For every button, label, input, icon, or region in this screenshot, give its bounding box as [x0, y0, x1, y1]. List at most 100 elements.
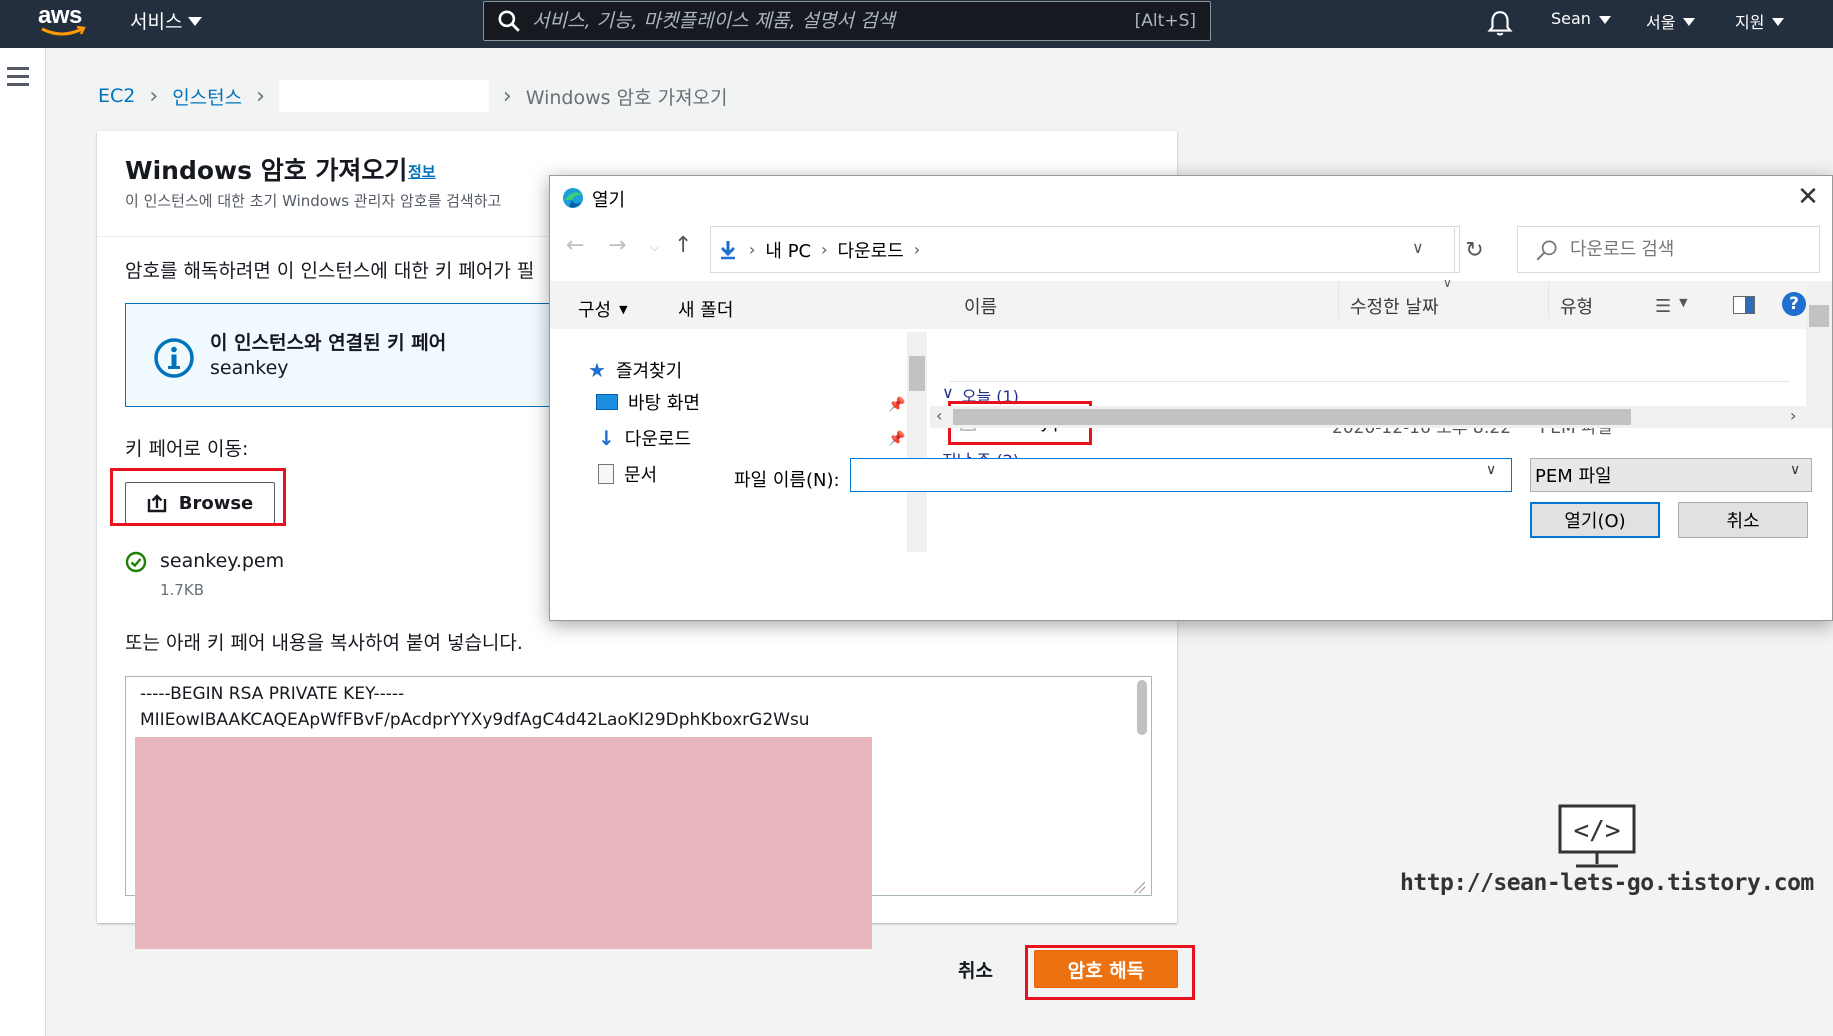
caret-down-icon: ▼ [1679, 296, 1688, 309]
nav-item-desktop[interactable]: 바탕 화면 [596, 389, 700, 415]
breadcrumb-ec2[interactable]: EC2 [98, 85, 135, 107]
breadcrumb-instances[interactable]: 인스턴스 [172, 83, 242, 110]
breadcrumb-instance-redacted[interactable] [278, 80, 489, 112]
address-segment-downloads[interactable]: 다운로드 [838, 237, 904, 263]
private-key-line: -----BEGIN RSA PRIVATE KEY----- [140, 684, 405, 704]
dialog-search-input[interactable] [1560, 239, 1819, 260]
file-name-input[interactable] [850, 458, 1512, 492]
address-bar[interactable]: › 내 PC › 다운로드 › [710, 226, 1460, 273]
file-list: ∨ 오늘 (1) seankey.pem 2020-12-16 오후 8:22 … [930, 329, 1806, 552]
desktop-icon [596, 394, 618, 410]
address-segment-pc[interactable]: 내 PC [765, 237, 811, 263]
dialog-cancel-button[interactable]: 취소 [1678, 502, 1808, 538]
paste-key-label: 또는 아래 키 페어 내용을 복사하여 붙여 넣습니다. [125, 632, 523, 654]
pin-icon: 📌 [888, 397, 906, 413]
code-monitor-icon: </> [1558, 804, 1636, 868]
nav-item-label: 다운로드 [624, 429, 692, 450]
annotation-highlight-browse [110, 468, 286, 526]
chevron-right-icon: › [502, 83, 512, 109]
file-open-dialog: 열기 ✕ ← → ⌵ ↑ › 내 PC › 다운로드 › ∨ ↻ 구성 ▼ 새 … [549, 175, 1833, 621]
breadcrumb-current: Windows 암호 가져오기 [525, 86, 728, 109]
view-options-menu[interactable]: ☰ ▼ [1655, 296, 1688, 317]
region-menu[interactable]: 서울 [1646, 9, 1696, 33]
global-search-box[interactable]: [Alt+S] [483, 1, 1211, 41]
global-search-input[interactable] [522, 2, 1135, 40]
search-icon [498, 10, 520, 32]
organize-label: 구성 [578, 300, 612, 321]
nav-item-label: 즐겨찾기 [615, 361, 683, 382]
forward-arrow-icon[interactable]: → [608, 233, 626, 258]
vertical-scrollbar-thumb[interactable] [1809, 305, 1829, 327]
organize-menu[interactable]: 구성 ▼ [578, 296, 628, 322]
hamburger-menu-icon[interactable] [7, 67, 29, 87]
info-circle-icon [154, 338, 194, 378]
column-header-modified[interactable]: 수정한 날짜 [1350, 293, 1439, 319]
chevron-down-icon[interactable]: ∨ [1486, 462, 1496, 478]
download-arrow-icon: ↓ [598, 426, 615, 450]
back-arrow-icon[interactable]: ← [566, 233, 584, 258]
scroll-right-icon[interactable]: › [1790, 406, 1796, 425]
selected-file-name: seankey.pem [160, 550, 285, 572]
search-shortcut-hint: [Alt+S] [1134, 11, 1196, 31]
panel-description: 이 인스턴스에 대한 초기 Windows 관리자 암호를 검색하고 [125, 192, 502, 210]
page-title: Windows 암호 가져오기 [125, 156, 408, 185]
aws-smile-icon [41, 26, 86, 36]
preview-pane-icon[interactable] [1733, 296, 1755, 314]
file-type-value: PEM 파일 [1535, 466, 1612, 487]
chevron-right-icon: › [749, 240, 756, 259]
chevron-down-icon[interactable]: ∨ [1412, 238, 1424, 257]
dialog-toolbar [550, 281, 1832, 329]
annotation-highlight-decrypt [1025, 945, 1195, 1000]
column-header-type[interactable]: 유형 [1560, 293, 1593, 319]
star-icon: ★ [588, 358, 606, 382]
recent-locations-chevron-icon[interactable]: ⌵ [650, 240, 659, 255]
info-link[interactable]: 정보 [408, 161, 436, 182]
help-button[interactable]: ? [1782, 292, 1806, 316]
file-type-select[interactable]: PEM 파일 [1530, 458, 1812, 492]
dialog-title: 열기 [592, 190, 626, 211]
chevron-right-icon: › [913, 240, 921, 259]
user-menu[interactable]: Sean [1551, 9, 1611, 28]
nav-item-documents[interactable]: 문서 [598, 461, 657, 487]
document-icon [598, 464, 614, 484]
user-label: Sean [1551, 9, 1591, 28]
up-arrow-icon[interactable]: ↑ [674, 233, 692, 258]
cancel-button[interactable]: 취소 [958, 956, 993, 983]
services-label: 서비스 [130, 11, 183, 33]
decrypt-instruction: 암호를 해독하려면 이 인스턴스에 대한 키 페어가 필 [125, 260, 535, 282]
divider [950, 381, 1790, 382]
support-label: 지원 [1735, 13, 1765, 32]
browser-app-icon [563, 188, 583, 208]
dialog-search-box[interactable] [1517, 226, 1820, 273]
nav-item-label: 문서 [624, 465, 658, 486]
horizontal-scrollbar-thumb[interactable] [953, 409, 1631, 425]
key-pair-info-title: 이 인스턴스와 연결된 키 페어 [210, 332, 447, 354]
region-label: 서울 [1646, 13, 1676, 32]
nav-item-quick-access[interactable]: ★ 즐겨찾기 [588, 357, 682, 383]
support-menu[interactable]: 지원 [1735, 9, 1785, 33]
chevron-down-icon[interactable]: ∨ [1790, 462, 1800, 478]
aws-logo[interactable]: aws [38, 2, 90, 42]
column-header-name[interactable]: 이름 [964, 293, 997, 319]
download-arrow-icon [720, 240, 736, 259]
open-button[interactable]: 열기(O) [1530, 502, 1660, 538]
nav-item-downloads[interactable]: ↓ 다운로드 [598, 425, 691, 451]
chevron-down-icon [1683, 18, 1696, 26]
list-view-icon: ☰ [1655, 296, 1672, 317]
new-folder-button[interactable]: 새 폴더 [678, 296, 733, 322]
services-menu[interactable]: 서비스 [130, 7, 203, 34]
private-key-line: MIIEowIBAAKCAQEApWfFBvF/pAcdprYYXy9dfAgC… [140, 710, 810, 730]
column-divider [1548, 281, 1549, 319]
check-circle-icon [125, 551, 147, 573]
chevron-right-icon: › [821, 240, 828, 259]
resize-grip-icon[interactable] [1132, 880, 1146, 894]
dialog-close-button[interactable]: ✕ [1792, 182, 1824, 214]
scroll-left-icon[interactable]: ‹ [936, 406, 942, 425]
search-icon [1536, 239, 1557, 260]
refresh-icon[interactable]: ↻ [1454, 228, 1494, 272]
nav-pane-scrollbar-thumb[interactable] [909, 356, 925, 391]
notification-bell-icon[interactable] [1487, 9, 1513, 37]
file-name-label: 파일 이름(N): [734, 470, 840, 491]
svg-text:</>: </> [1574, 816, 1621, 846]
textarea-scrollbar[interactable] [1137, 680, 1147, 735]
